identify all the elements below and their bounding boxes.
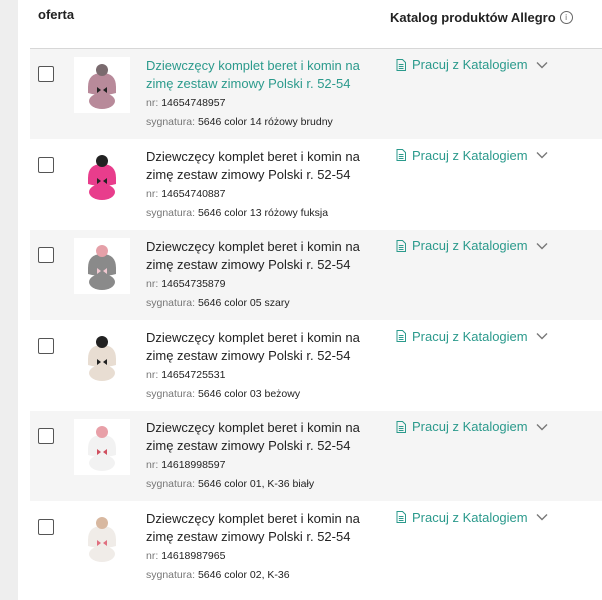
document-icon: [396, 330, 406, 342]
work-with-catalog-label: Pracuj z Katalogiem: [412, 147, 528, 163]
work-with-catalog-label: Pracuj z Katalogiem: [412, 509, 528, 525]
offer-signature: sygnatura: 5646 color 03 beżowy: [146, 388, 300, 400]
offer-signature-label: sygnatura:: [146, 387, 196, 400]
row-select-checkbox[interactable]: [38, 337, 54, 354]
offer-number-label: nr:: [146, 278, 159, 290]
work-with-catalog-button[interactable]: Pracuj z Katalogiem: [396, 148, 548, 163]
row-select-checkbox[interactable]: [38, 428, 54, 444]
offer-number-label: nr:: [146, 549, 159, 562]
offer-title-link[interactable]: Dziewczęcy komplet beret i komin na zimę…: [146, 510, 370, 546]
document-icon: [396, 420, 406, 433]
table-header: oferta Katalog produktów Allegro i: [30, 0, 602, 49]
offer-signature-label: sygnatura:: [146, 116, 196, 128]
offer-signature: sygnatura: 5646 color 14 różowy brudny: [146, 116, 333, 128]
offer-number-label: nr:: [146, 368, 159, 381]
offer-number-value: 14654740887: [161, 187, 226, 200]
offer-signature-label: sygnatura:: [146, 478, 196, 490]
offer-signature-value: 5646 color 13 różowy fuksja: [197, 206, 329, 219]
offer-signature-value: 5646 color 14 różowy brudny: [197, 116, 333, 128]
info-icon[interactable]: i: [559, 11, 573, 24]
offer-title-link[interactable]: Dziewczęcy komplet beret i komin na zimę…: [146, 238, 370, 274]
document-icon: [396, 149, 406, 161]
column-header-offer: oferta: [38, 7, 75, 22]
chevron-down-icon[interactable]: [536, 332, 548, 340]
work-with-catalog-button[interactable]: Pracuj z Katalogiem: [396, 238, 548, 253]
offer-number: nr: 14654725531: [146, 369, 225, 381]
table-row: Dziewczęcy komplet beret i komin na zimę…: [30, 230, 602, 320]
offer-number-value: 14654748957: [161, 97, 226, 109]
offer-signature-label: sygnatura:: [146, 206, 196, 219]
chevron-down-icon[interactable]: [536, 513, 548, 521]
offer-signature-value: 5646 color 02, K-36: [197, 568, 290, 581]
offer-number: nr: 14654740887: [146, 188, 225, 200]
offer-signature-value: 5646 color 03 beżowy: [197, 387, 301, 400]
offer-signature-label: sygnatura:: [146, 297, 196, 309]
left-panel-strip: [0, 0, 18, 600]
offer-signature: sygnatura: 5646 color 02, K-36: [146, 569, 290, 581]
product-thumbnail[interactable]: [74, 419, 130, 475]
chevron-down-icon[interactable]: [536, 61, 548, 69]
work-with-catalog-button[interactable]: Pracuj z Katalogiem: [396, 57, 548, 72]
work-with-catalog-label: Pracuj z Katalogiem: [412, 238, 528, 253]
offer-number: nr: 14618987965: [146, 550, 225, 562]
product-thumbnail[interactable]: [74, 57, 130, 113]
offer-signature: sygnatura: 5646 color 13 różowy fuksja: [146, 207, 328, 219]
offer-signature: sygnatura: 5646 color 01, K-36 biały: [146, 478, 314, 490]
offer-number-label: nr:: [146, 459, 159, 471]
document-icon: [396, 58, 406, 71]
offer-signature-value: 5646 color 05 szary: [197, 297, 290, 309]
chevron-down-icon[interactable]: [536, 151, 548, 159]
chevron-down-icon[interactable]: [536, 423, 548, 431]
table-row: Dziewczęcy komplet beret i komin na zimę…: [30, 49, 602, 139]
work-with-catalog-label: Pracuj z Katalogiem: [412, 419, 528, 434]
product-thumbnail[interactable]: [74, 509, 130, 566]
table-row: Dziewczęcy komplet beret i komin na zimę…: [30, 140, 602, 230]
offer-number-label: nr:: [146, 97, 159, 109]
work-with-catalog-label: Pracuj z Katalogiem: [412, 328, 528, 344]
offer-signature-value: 5646 color 01, K-36 biały: [197, 478, 315, 490]
row-select-checkbox[interactable]: [38, 66, 54, 82]
offer-signature: sygnatura: 5646 color 05 szary: [146, 297, 290, 309]
offer-number: nr: 14654748957: [146, 97, 225, 109]
offer-number-value: 14654735879: [161, 278, 226, 290]
work-with-catalog-button[interactable]: Pracuj z Katalogiem: [396, 329, 548, 344]
document-icon: [396, 511, 406, 523]
product-thumbnail[interactable]: [74, 238, 130, 294]
chevron-down-icon[interactable]: [536, 242, 548, 250]
work-with-catalog-label: Pracuj z Katalogiem: [412, 57, 528, 72]
offer-title-link[interactable]: Dziewczęcy komplet beret i komin na zimę…: [146, 148, 370, 184]
table-row: Dziewczęcy komplet beret i komin na zimę…: [30, 321, 602, 411]
product-thumbnail[interactable]: [74, 328, 130, 385]
table-row: Dziewczęcy komplet beret i komin na zimę…: [30, 502, 602, 592]
row-select-checkbox[interactable]: [38, 156, 54, 173]
document-icon: [396, 239, 406, 252]
offer-number: nr: 14618998597: [146, 459, 225, 471]
column-header-catalog: Katalog produktów Allegro i: [390, 10, 573, 25]
offer-number-value: 14618987965: [161, 549, 226, 562]
work-with-catalog-button[interactable]: Pracuj z Katalogiem: [396, 419, 548, 434]
row-select-checkbox[interactable]: [38, 518, 54, 535]
offer-signature-label: sygnatura:: [146, 568, 196, 581]
offer-title-link[interactable]: Dziewczęcy komplet beret i komin na zimę…: [146, 329, 370, 365]
offer-number-value: 14654725531: [161, 368, 226, 381]
offer-number: nr: 14654735879: [146, 278, 225, 290]
product-thumbnail[interactable]: [74, 147, 130, 204]
table-row: Dziewczęcy komplet beret i komin na zimę…: [30, 411, 602, 501]
offer-number-value: 14618998597: [161, 459, 226, 471]
offer-title-link[interactable]: Dziewczęcy komplet beret i komin na zimę…: [146, 57, 370, 93]
work-with-catalog-button[interactable]: Pracuj z Katalogiem: [396, 510, 548, 525]
offer-title-link[interactable]: Dziewczęcy komplet beret i komin na zimę…: [146, 419, 370, 455]
offer-table: oferta Katalog produktów Allegro i Dziew…: [30, 0, 602, 600]
column-header-catalog-label: Katalog produktów Allegro: [390, 10, 556, 25]
row-select-checkbox[interactable]: [38, 247, 54, 263]
offer-number-label: nr:: [146, 187, 159, 200]
